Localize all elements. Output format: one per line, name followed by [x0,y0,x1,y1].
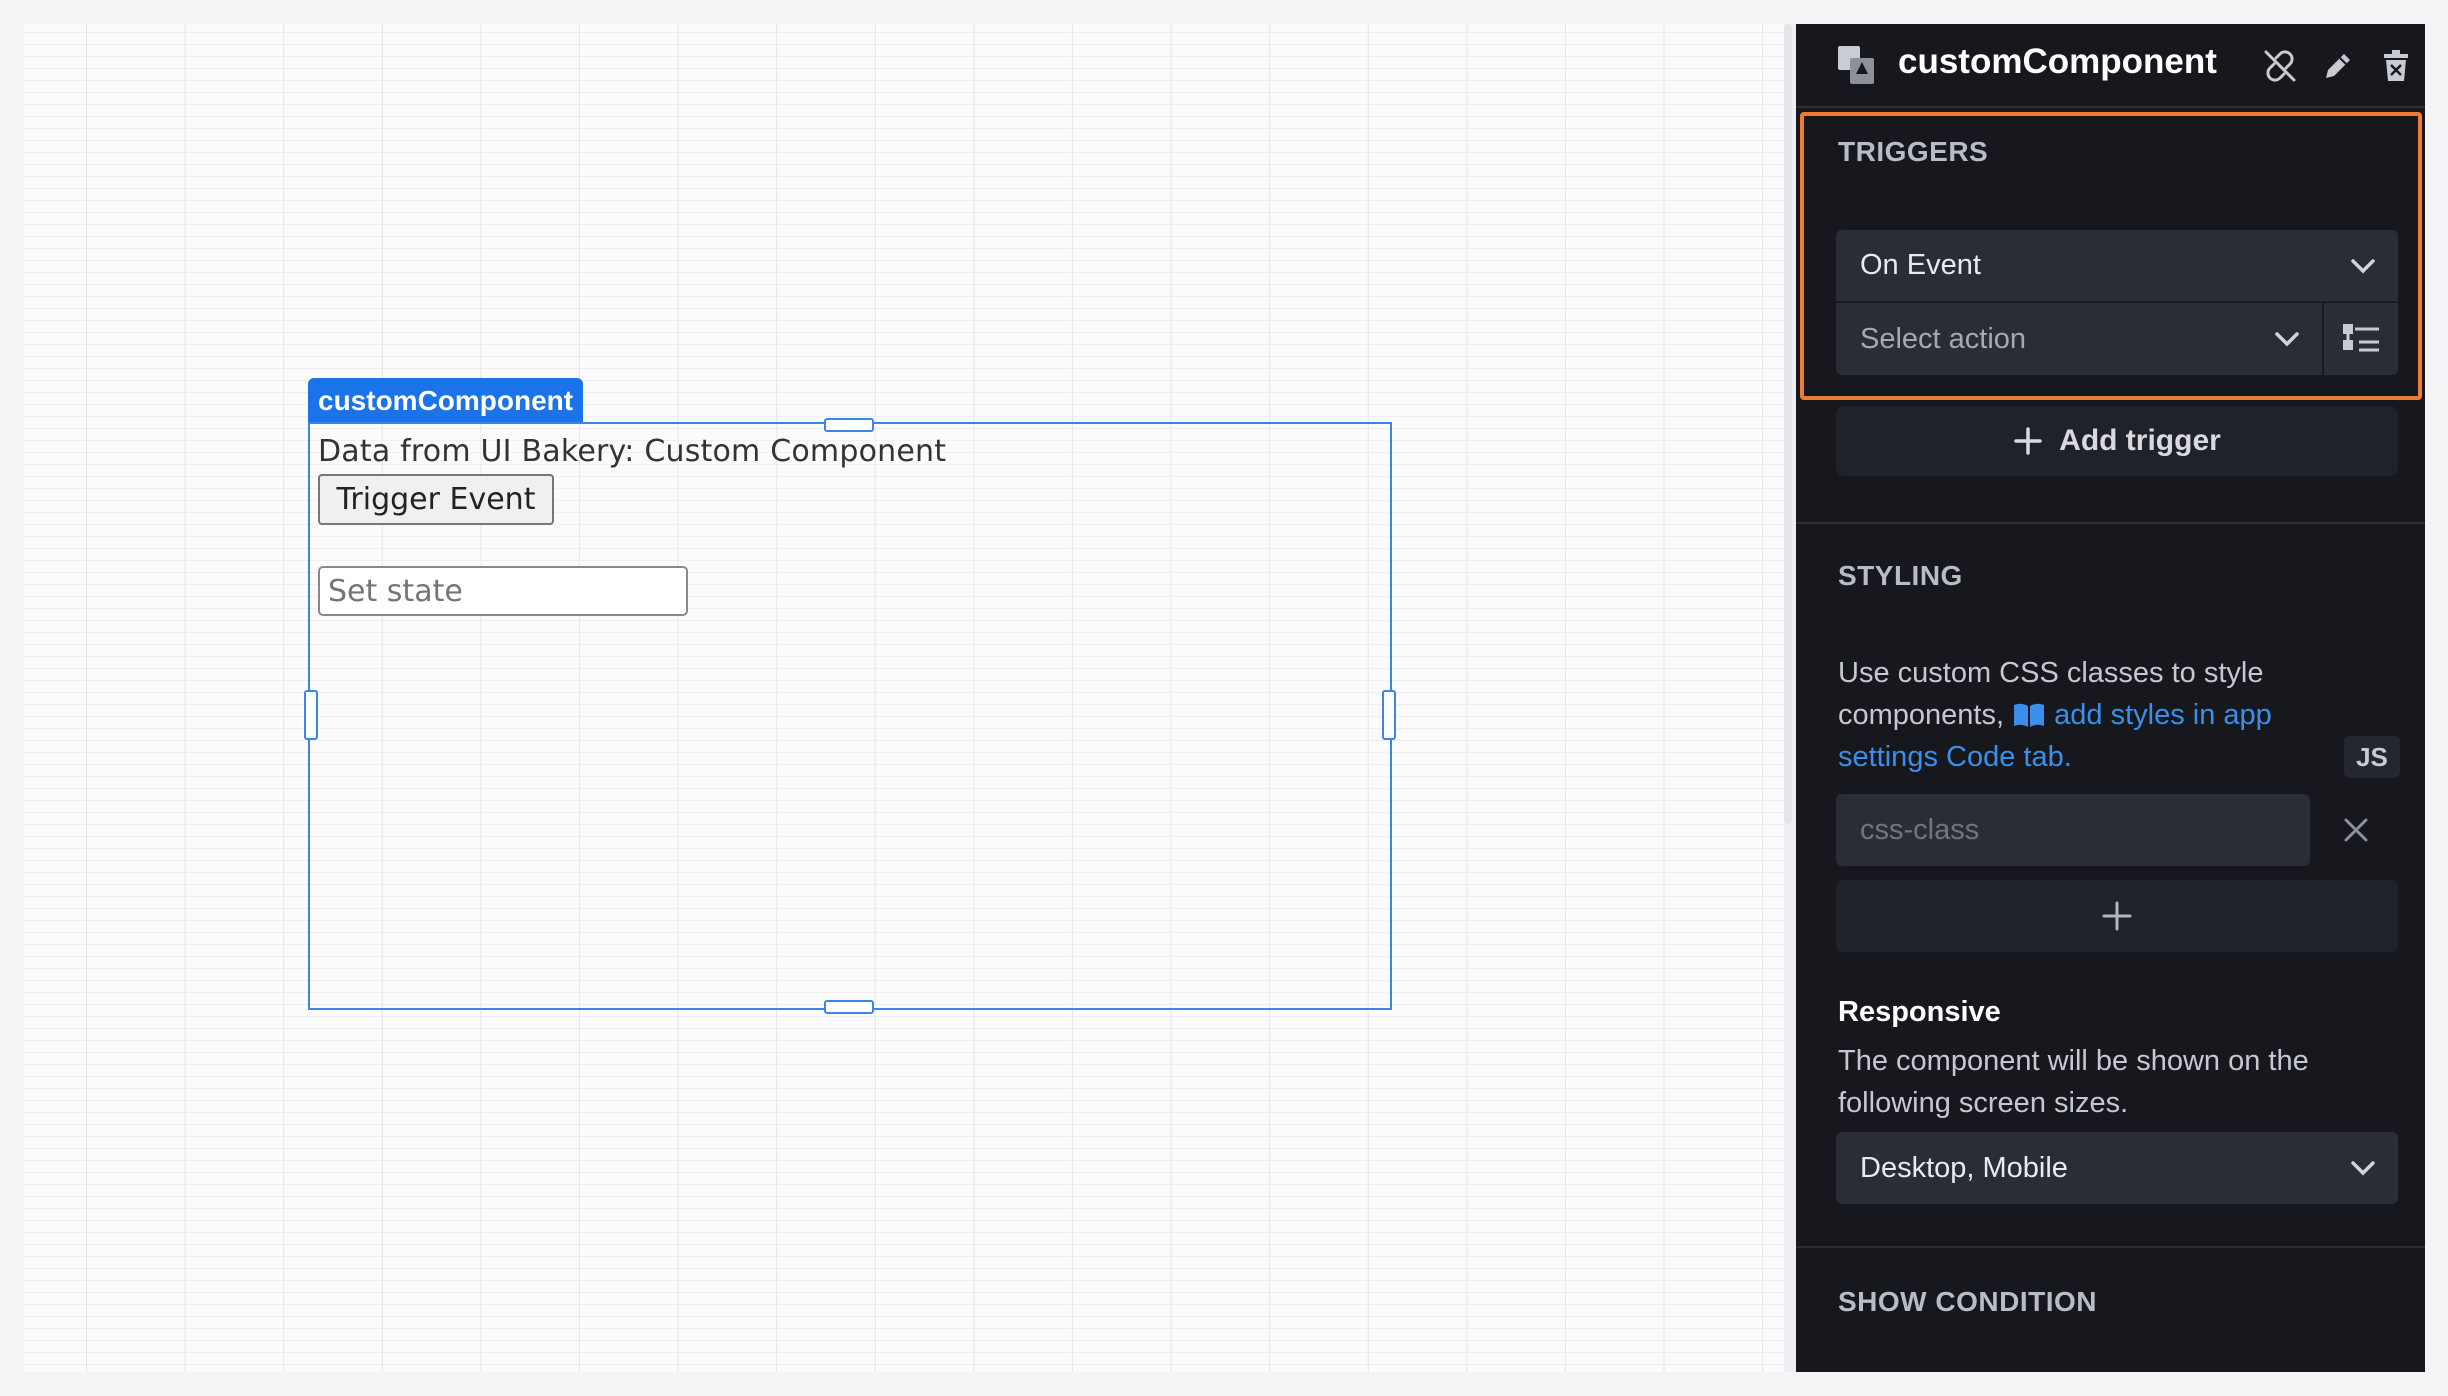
chevron-down-icon [2351,1161,2375,1176]
properties-panel: customComponent TRIGGERS On Event Select… [1796,24,2425,1372]
triggers-section-title: TRIGGERS [1838,136,1989,167]
unlink-icon[interactable] [2262,48,2298,84]
builder-canvas[interactable]: customComponent Data from UI Bakery: Cus… [24,24,1784,1372]
close-icon[interactable] [2342,816,2370,844]
add-css-class-button[interactable] [1836,880,2398,952]
resize-handle-bottom[interactable] [824,1000,874,1014]
delete-icon[interactable] [2378,48,2414,84]
plus-icon [2014,427,2042,455]
canvas-scrollbar[interactable] [1784,24,1792,824]
resize-handle-top[interactable] [824,418,874,432]
responsive-title: Responsive [1838,996,2001,1028]
css-class-input[interactable] [1836,794,2310,866]
action-settings-button[interactable] [2324,303,2398,375]
event-select[interactable]: On Event [1836,230,2398,302]
component-icon [1838,46,1874,84]
chevron-down-icon [2275,332,2299,347]
book-icon [2014,703,2045,727]
panel-header: customComponent [1796,24,2425,108]
responsive-select[interactable]: Desktop, Mobile [1836,1132,2398,1204]
resize-handle-left[interactable] [304,690,318,740]
sliders-icon [2343,324,2379,352]
chevron-down-icon [2351,258,2375,273]
section-divider [1796,1246,2425,1248]
event-select-value: On Event [1860,249,1981,281]
edit-icon[interactable] [2320,48,2356,84]
custom-component-frame[interactable]: Data from UI Bakery: Custom Component Tr… [304,418,1396,1014]
responsive-select-value: Desktop, Mobile [1860,1151,2068,1184]
resize-handle-right[interactable] [1382,690,1396,740]
add-trigger-label: Add trigger [2059,424,2221,457]
action-select[interactable]: Select action [1836,303,2322,375]
show-condition-section-title: SHOW CONDITION [1838,1286,2097,1317]
plus-icon [2102,901,2132,931]
styling-section-title: STYLING [1838,560,1963,591]
action-select-placeholder: Select action [1860,322,2027,355]
component-data-text: Data from UI Bakery: Custom Component [318,434,947,469]
js-toggle-button[interactable]: JS [2344,736,2400,778]
set-state-input[interactable] [318,566,688,616]
styling-description: Use custom CSS classes to style componen… [1838,652,2318,778]
trigger-event-button[interactable]: Trigger Event [318,474,554,525]
add-trigger-button[interactable]: Add trigger [1836,406,2398,476]
panel-title: customComponent [1898,42,2217,81]
component-name-tag[interactable]: customComponent [308,378,584,423]
section-divider [1796,522,2425,524]
responsive-description: The component will be shown on the follo… [1838,1045,2309,1119]
